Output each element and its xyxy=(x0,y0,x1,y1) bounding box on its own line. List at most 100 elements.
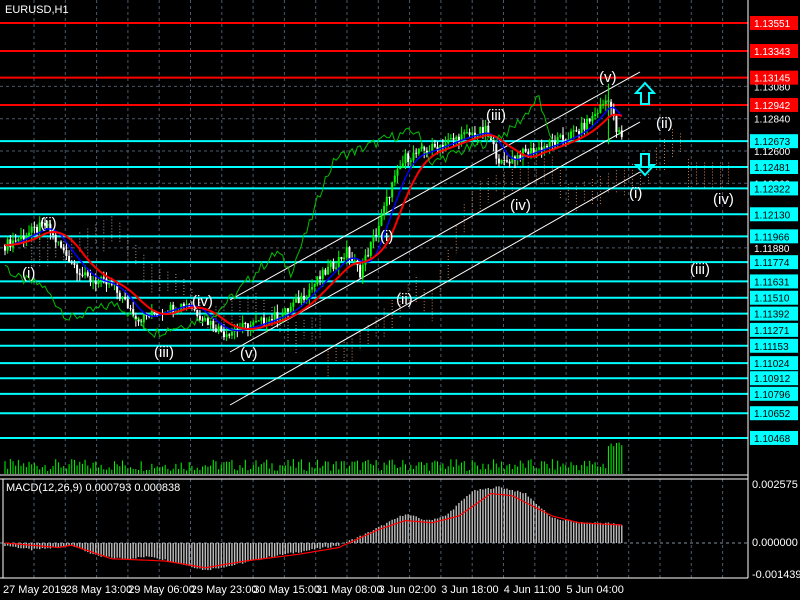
candle-body xyxy=(412,152,415,161)
candle-body xyxy=(391,182,394,198)
macd-tick: 0.002575 xyxy=(752,479,798,491)
cyan-level-label: 1.11631 xyxy=(754,277,790,288)
candle-body xyxy=(353,260,356,262)
price-chart[interactable]: (ii) (i) (iii) (iv) (v) (i) (ii) (iii) (… xyxy=(0,0,800,600)
candle-body xyxy=(137,320,140,322)
candle-body xyxy=(505,160,508,162)
trend-channel xyxy=(229,71,641,406)
volume-bars xyxy=(4,442,623,474)
candle-body xyxy=(343,257,346,260)
time-label: 29 May 23:00 xyxy=(191,584,258,596)
candle-body xyxy=(316,276,319,285)
wave-label: (iii) xyxy=(154,344,174,361)
candle-body xyxy=(420,147,423,149)
cyan-level-label: 1.11024 xyxy=(754,359,790,370)
candle-body xyxy=(217,326,220,332)
candle-body xyxy=(572,130,575,132)
candle-body xyxy=(538,147,540,150)
macd-tick: -0.001439 xyxy=(752,569,800,581)
red-level-label: 1.13343 xyxy=(754,47,791,58)
candle-body xyxy=(36,226,39,233)
candle-body xyxy=(361,264,364,278)
candle-body xyxy=(399,167,402,170)
candle-body xyxy=(121,296,124,299)
candle-body xyxy=(295,297,298,303)
candle-body xyxy=(289,306,292,312)
channel-upper-line[interactable] xyxy=(229,71,641,301)
time-axis[interactable]: 27 May 201928 May 13:0029 May 06:0029 Ma… xyxy=(3,584,624,596)
wave-label: (ii) xyxy=(396,291,413,308)
wave-label: (iv) xyxy=(192,293,213,310)
red-level-label: 1.12942 xyxy=(754,101,791,112)
channel-lower-line[interactable] xyxy=(229,171,641,406)
candle-body xyxy=(508,161,511,164)
candle-body xyxy=(311,287,314,290)
candle-body xyxy=(340,257,343,260)
candle-body xyxy=(433,143,436,147)
candle-body xyxy=(329,261,332,267)
candle-body xyxy=(369,241,372,256)
cyan-level-label: 1.12130 xyxy=(754,210,791,221)
candle-body xyxy=(212,321,215,329)
candle-body xyxy=(252,322,255,326)
candle-body xyxy=(583,122,586,130)
wave-label: (ii) xyxy=(40,215,57,232)
cyan-level-label: 1.12322 xyxy=(754,184,791,195)
candle-body xyxy=(271,319,273,321)
candle-body xyxy=(92,280,95,282)
candle-body xyxy=(225,334,228,338)
candle-body xyxy=(78,273,81,275)
lagging-span-line[interactable] xyxy=(4,95,553,339)
red-level-label: 1.13551 xyxy=(754,19,791,30)
candle-body xyxy=(431,143,434,152)
macd-signal-line[interactable] xyxy=(4,492,622,569)
price-axis[interactable]: 1.130801.128401.126001.123601.118801.135… xyxy=(750,16,798,445)
candle-body xyxy=(604,100,607,105)
horizontal-levels xyxy=(0,22,748,439)
time-label: 28 May 13:00 xyxy=(66,584,133,596)
candle-body xyxy=(84,272,87,276)
candle-body xyxy=(57,241,60,243)
cyan-level-label: 1.11392 xyxy=(754,310,790,321)
candle-body xyxy=(559,135,562,138)
candle-body xyxy=(546,146,549,148)
wave-label: (iv) xyxy=(510,197,531,214)
time-label: 4 Jun 11:00 xyxy=(504,584,561,596)
candle-body xyxy=(481,127,484,134)
candle-body xyxy=(375,234,378,236)
cyan-level-label: 1.10912 xyxy=(754,374,791,385)
candle-body xyxy=(460,134,463,143)
candle-body xyxy=(570,131,573,140)
candle-body xyxy=(524,148,527,152)
candle-body xyxy=(594,114,597,116)
candle-body xyxy=(586,118,589,130)
cyan-level-label: 1.11271 xyxy=(754,326,790,337)
candle-body xyxy=(20,235,23,239)
candle-body xyxy=(52,233,55,236)
candle-body xyxy=(554,141,557,145)
wave-label: (i) xyxy=(22,265,35,282)
candle-body xyxy=(260,317,263,321)
candle-body xyxy=(468,132,471,135)
candle-body xyxy=(97,280,100,284)
candle-body xyxy=(327,266,330,275)
candle-body xyxy=(209,321,212,325)
candle-body xyxy=(60,241,63,248)
candle-body xyxy=(254,320,257,323)
candle-body xyxy=(580,122,583,134)
candle-body xyxy=(484,125,487,134)
candle-body xyxy=(319,276,322,279)
candle-body xyxy=(471,132,474,135)
moving-averages xyxy=(4,95,623,339)
macd-tick: 0.000000 xyxy=(752,537,798,549)
candle-body xyxy=(300,295,303,304)
macd-label: MACD(12,26,9) 0.000793 0.000838 xyxy=(6,482,180,494)
candle-body xyxy=(465,132,468,134)
wave-label: (iii) xyxy=(690,261,710,278)
candle-body xyxy=(385,196,388,206)
candle-body xyxy=(409,160,412,162)
wave-label: (v) xyxy=(599,69,617,86)
candle-body xyxy=(70,262,73,264)
candle-body xyxy=(348,247,351,259)
candle-body xyxy=(337,257,340,268)
